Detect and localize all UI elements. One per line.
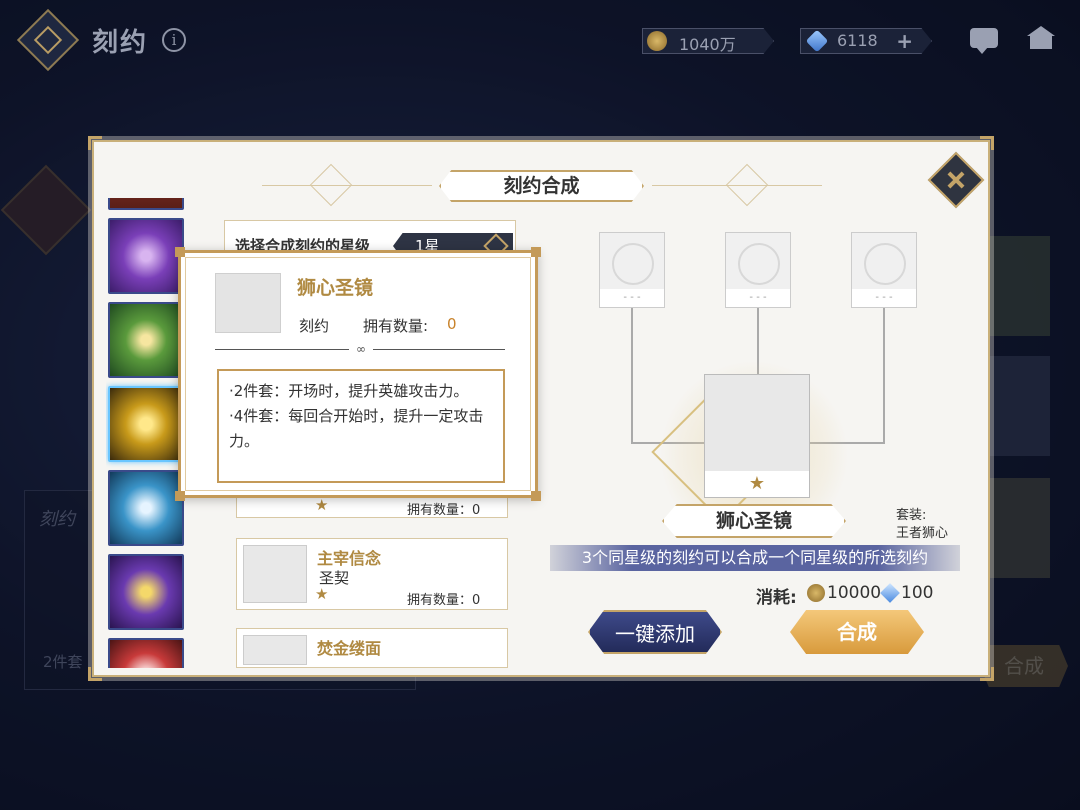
- list-item[interactable]: 焚金缕面: [236, 628, 508, 668]
- combine-button[interactable]: 合成: [790, 610, 924, 654]
- chat-icon[interactable]: [970, 28, 998, 54]
- result-item[interactable]: ★: [704, 374, 810, 498]
- gold-counter: 1040万: [642, 28, 774, 54]
- close-icon[interactable]: [927, 151, 985, 209]
- gem-icon: [880, 583, 900, 603]
- info-icon[interactable]: i: [162, 28, 186, 52]
- set-icon-tile[interactable]: [108, 554, 184, 630]
- title-ornament: [309, 163, 353, 207]
- tooltip-owned-value: 0: [447, 315, 457, 333]
- gold-value: 1040万: [679, 35, 736, 54]
- set-icon-list[interactable]: [106, 198, 186, 668]
- slot-placeholder: - - -: [726, 289, 790, 307]
- coin-icon: [647, 31, 667, 51]
- gem-counter[interactable]: 6118 +: [800, 28, 932, 54]
- set-icon-tile[interactable]: [108, 302, 184, 378]
- item-name: 焚金缕面: [317, 639, 382, 658]
- item-thumbnail: [243, 545, 307, 603]
- divider-ornament: ∞: [349, 343, 373, 355]
- set-icon-tile[interactable]: [108, 198, 184, 210]
- tooltip-item-thumbnail: [215, 273, 281, 333]
- set-value: 王者狮心: [896, 526, 949, 541]
- coin-icon: [807, 584, 825, 602]
- slot-placeholder: - - -: [600, 289, 664, 307]
- title-ornament: [725, 163, 769, 207]
- add-gems-icon[interactable]: +: [896, 29, 913, 53]
- owned-count: 拥有数量：0: [407, 593, 481, 608]
- slot-placeholder: - - -: [852, 289, 916, 307]
- auto-add-button[interactable]: 一键添加: [588, 610, 722, 654]
- set-icon-tile[interactable]: [108, 218, 184, 294]
- home-icon[interactable]: [1027, 26, 1055, 50]
- tooltip-item-name: 狮心圣镜: [297, 277, 374, 299]
- tooltip-owned-label: 拥有数量:: [363, 317, 429, 335]
- tooltip-description: ·2件套：开场时，提升英雄攻击力。 ·4件套：每回合开始时，提升一定攻击力。: [217, 369, 505, 483]
- connector-line: [631, 308, 633, 444]
- gem-icon: [805, 29, 829, 53]
- set-bonus-4: ·4件套：每回合开始时，提升一定攻击力。: [229, 407, 484, 450]
- back-icon[interactable]: [16, 8, 80, 72]
- star-icon: ★: [315, 585, 329, 603]
- set-icon-tile[interactable]: [108, 638, 184, 668]
- tooltip-item-type: 刻约: [299, 317, 330, 335]
- material-slot[interactable]: - - -: [725, 232, 791, 308]
- item-thumbnail: [243, 635, 307, 665]
- material-slot[interactable]: - - -: [599, 232, 665, 308]
- gem-value: 6118: [837, 31, 878, 50]
- set-bonus-2: ·2件套：开场时，提升英雄攻击力。: [229, 382, 469, 400]
- set-icon-tile[interactable]: [108, 470, 184, 546]
- combine-hint: 3个同星级的刻约可以合成一个同星级的所选刻约: [550, 545, 960, 571]
- item-name: 主宰信念: [317, 549, 382, 568]
- page-title: 刻约: [92, 28, 149, 58]
- owned-count: 拥有数量：0: [407, 503, 481, 518]
- connector-line: [883, 308, 885, 444]
- item-tooltip: 狮心圣镜 刻约 拥有数量: 0 ∞ ·2件套：开场时，提升英雄攻击力。 ·4件套…: [175, 247, 541, 501]
- top-bar: 刻约 i 1040万 6118 +: [0, 0, 1080, 80]
- star-icon: ★: [315, 496, 329, 514]
- cost-gems: 100: [901, 583, 934, 603]
- set-icon-tile-selected[interactable]: [108, 386, 184, 462]
- set-label: 套装:: [896, 508, 927, 523]
- material-slot[interactable]: - - -: [851, 232, 917, 308]
- list-item[interactable]: 主宰信念 圣契 ★ 拥有数量：0: [236, 538, 508, 610]
- cost-label: 消耗:: [756, 588, 797, 608]
- cost-gold: 10000: [827, 583, 882, 603]
- dialog-title: 刻约合成: [439, 170, 644, 202]
- star-icon: ★: [705, 471, 809, 497]
- result-name: 狮心圣镜: [662, 504, 846, 538]
